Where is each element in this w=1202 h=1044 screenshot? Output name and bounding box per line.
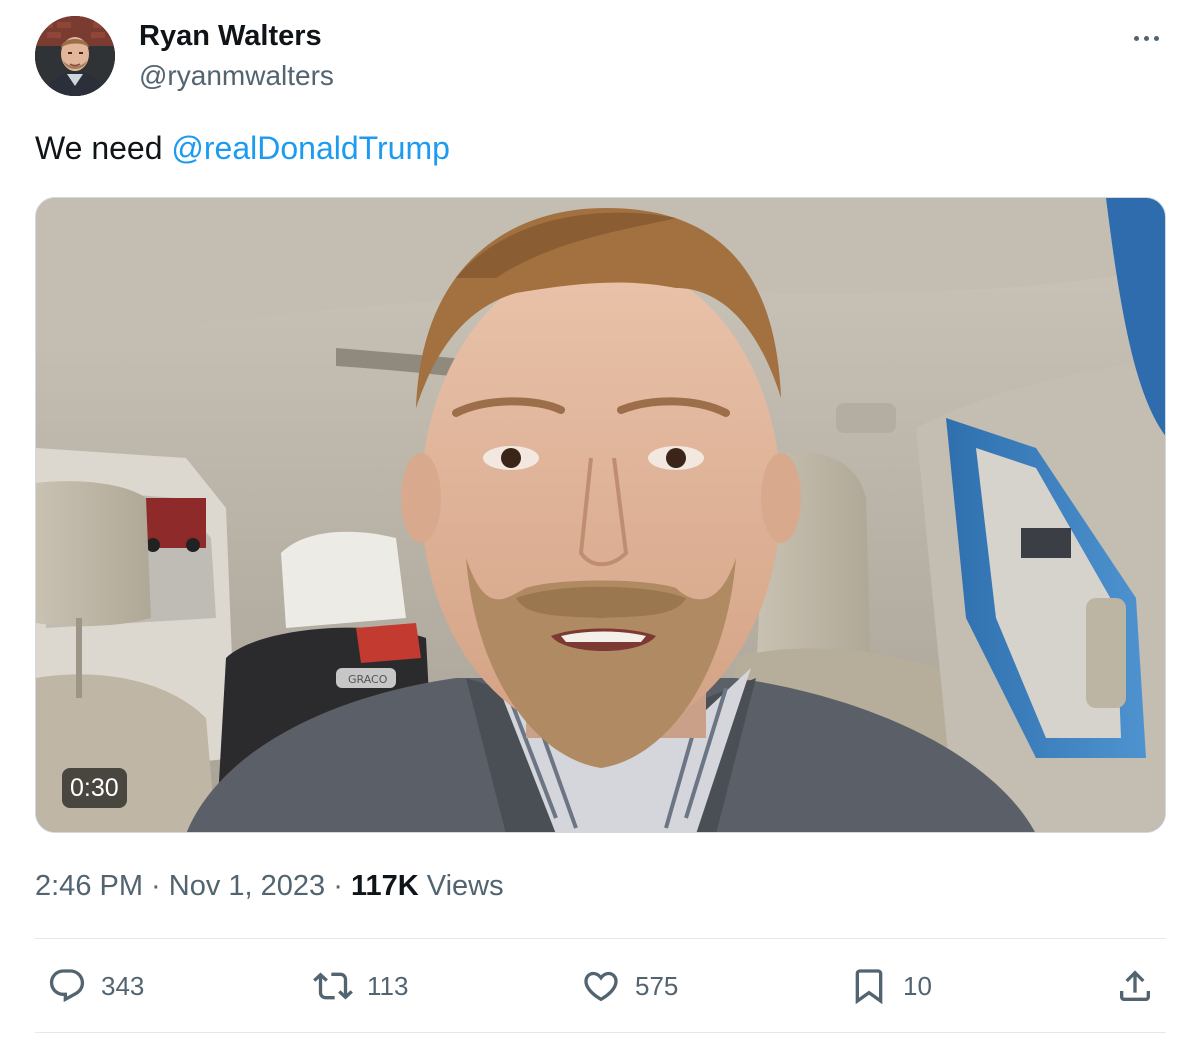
reply-count: 343 [101,971,145,1001]
repost-icon [313,972,353,1000]
action-bar: 343 113 575 10 [35,940,1166,1032]
mention-link[interactable]: @realDonaldTrump [171,130,450,166]
divider-bottom [35,1032,1166,1033]
heart-icon [584,971,618,1002]
bookmark-icon [855,969,883,1005]
video-player[interactable]: GRACO 0:30 [35,197,1166,833]
more-options-icon[interactable] [1126,26,1166,50]
tweet-text-prefix: We need [35,130,172,166]
share-icon [1120,970,1150,1001]
divider-top [35,938,1166,939]
like-count: 575 [635,971,679,1001]
tweet-card: Ryan Walters @ryanmwalters We need @real… [0,0,1202,1044]
author-name[interactable]: Ryan Walters [139,18,322,54]
share-button[interactable] [1115,966,1155,1006]
author-handle[interactable]: @ryanmwalters [139,58,334,94]
profile-photo-icon [35,16,115,96]
tweet-time[interactable]: 2:46 PM [35,870,143,902]
tweet-meta: 2:46 PM · Nov 1, 2023 · 117K Views [35,866,504,906]
like-button[interactable]: 575 [581,966,678,1006]
repost-button[interactable]: 113 [313,966,408,1006]
repost-count: 113 [367,971,409,1001]
views-label: Views [418,870,504,902]
bookmark-count: 10 [903,971,932,1001]
tweet-text: We need @realDonaldTrump [35,128,450,168]
video-duration-badge: 0:30 [62,768,127,808]
video-thumbnail: GRACO [36,198,1165,832]
tweet-date[interactable]: Nov 1, 2023 [169,870,325,902]
views-count: 117K [350,870,419,902]
seat-brand-label: GRACO [348,673,388,686]
meta-separator: · [143,870,169,902]
reply-icon [49,969,85,1003]
reply-button[interactable]: 343 [47,966,144,1006]
meta-separator: · [325,870,351,902]
bookmark-button[interactable]: 10 [849,966,932,1006]
author-avatar[interactable] [35,16,115,96]
